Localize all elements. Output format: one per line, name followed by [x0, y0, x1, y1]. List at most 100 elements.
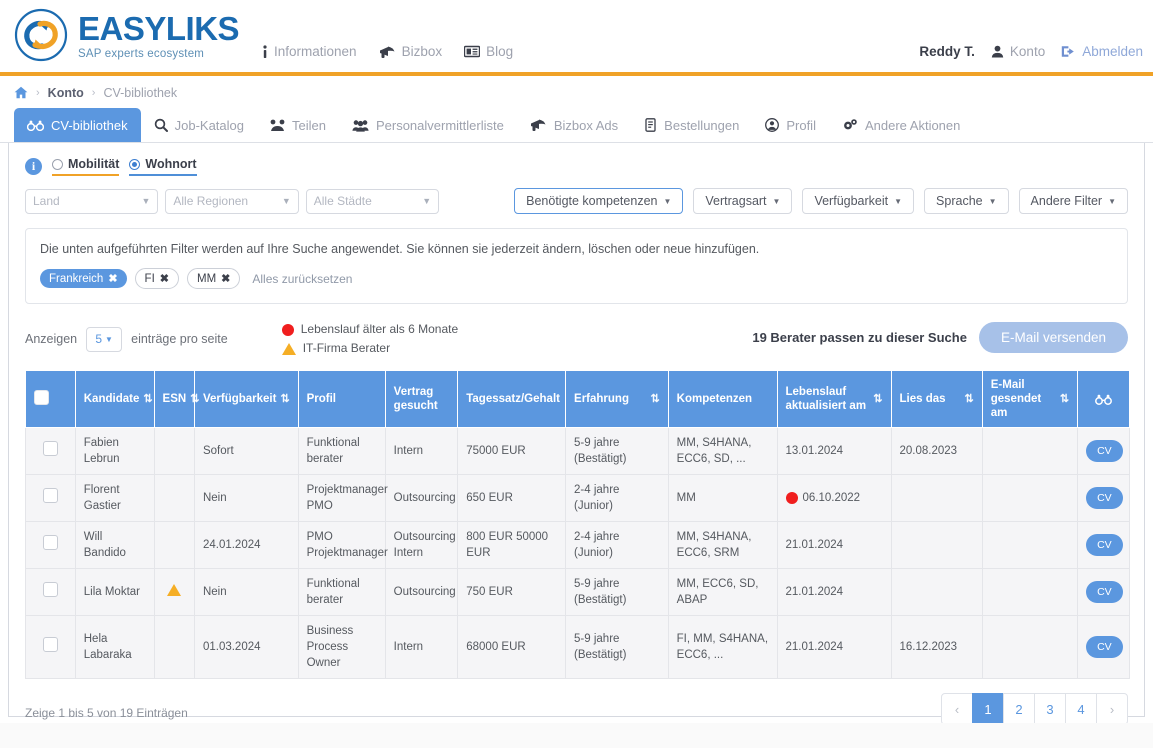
home-icon[interactable]	[14, 86, 28, 99]
col-kandidate[interactable]: Kandidate⇅	[75, 371, 154, 428]
filter-chip-mm[interactable]: MM ✖	[187, 268, 240, 289]
chevron-down-icon: ▼	[422, 196, 431, 206]
pagination-page-4[interactable]: 4	[1065, 693, 1097, 725]
cell-cv[interactable]: CV	[1078, 428, 1130, 475]
sort-icon[interactable]: ⇅	[143, 392, 152, 406]
account-link[interactable]: Konto	[991, 44, 1045, 59]
city-select[interactable]: Alle Städte ▼	[306, 189, 439, 214]
account-label: Konto	[1010, 44, 1045, 59]
col-label: Kandidate	[84, 392, 140, 406]
cell-lebenslauf-date: 21.01.2024	[786, 584, 844, 600]
logout-link[interactable]: Abmelden	[1061, 44, 1143, 59]
sort-icon[interactable]: ⇅	[873, 392, 882, 406]
row-checkbox[interactable]	[43, 488, 58, 503]
sort-icon[interactable]: ⇅	[650, 392, 659, 406]
cell-lebenslauf-date: 06.10.2022	[803, 490, 861, 506]
row-select-cell[interactable]	[26, 475, 76, 522]
filter-button-sprache[interactable]: Sprache ▼	[924, 188, 1008, 214]
breadcrumb-item-konto[interactable]: Konto	[48, 86, 84, 100]
tab-bizbox-ads[interactable]: Bizbox Ads	[517, 108, 631, 142]
cv-button[interactable]: CV	[1086, 636, 1123, 658]
tab-job-katalog[interactable]: Job-Katalog	[141, 108, 257, 142]
col-select-all[interactable]	[26, 371, 76, 428]
filter-chip-fi[interactable]: FI ✖	[135, 268, 179, 289]
close-icon[interactable]: ✖	[108, 272, 117, 285]
tab-profil[interactable]: Profil	[752, 108, 829, 142]
filter-button-verfuegbarkeit[interactable]: Verfügbarkeit ▼	[802, 188, 914, 214]
info-icon	[262, 45, 268, 59]
row-select-cell[interactable]	[26, 428, 76, 475]
page-size-select[interactable]: 5 ▼	[86, 327, 122, 352]
cv-button[interactable]: CV	[1086, 581, 1123, 603]
top-header: EASYLIKS SAP experts ecosystem Informati…	[0, 0, 1153, 76]
sort-icon[interactable]: ⇅	[1060, 392, 1069, 406]
cell-profil: Funktional berater	[298, 569, 385, 616]
col-esn[interactable]: ESN⇅	[154, 371, 194, 428]
tab-teilen[interactable]: Teilen	[257, 108, 339, 142]
sort-icon[interactable]: ⇅	[965, 392, 974, 406]
brand-logo[interactable]: EASYLIKS SAP experts ecosystem	[12, 6, 239, 64]
send-email-button[interactable]: E-Mail versenden	[979, 322, 1128, 353]
cell-vertrag: Intern	[385, 428, 458, 475]
filter-button-label: Andere Filter	[1031, 194, 1103, 208]
filter-button-label: Benötigte kompetenzen	[526, 194, 657, 208]
table-row[interactable]: Lila Moktar Nein Funktional berater Outs…	[26, 569, 1130, 616]
filter-chip-frankreich[interactable]: Frankreich ✖	[40, 269, 127, 288]
pagination-page-3[interactable]: 3	[1034, 693, 1066, 725]
region-select[interactable]: Alle Regionen ▼	[165, 189, 298, 214]
col-lies-das[interactable]: Lies das⇅	[891, 371, 982, 428]
row-checkbox[interactable]	[43, 441, 58, 456]
nav-item-bizbox[interactable]: Bizbox	[379, 44, 443, 59]
table-row[interactable]: Florent Gastier Nein Projektmanager PMO …	[26, 475, 1130, 522]
close-icon[interactable]: ✖	[221, 272, 230, 285]
cell-cv[interactable]: CV	[1078, 475, 1130, 522]
cell-cv[interactable]: CV	[1078, 522, 1130, 569]
cell-cv[interactable]: CV	[1078, 569, 1130, 616]
user-menu: Reddy T. Konto Abmelden	[919, 44, 1143, 59]
cv-button[interactable]: CV	[1086, 534, 1123, 556]
row-select-cell[interactable]	[26, 616, 76, 679]
row-checkbox[interactable]	[43, 535, 58, 550]
nav-item-blog[interactable]: Blog	[464, 44, 513, 59]
tab-andere-aktionen[interactable]: Andere Aktionen	[829, 108, 973, 142]
col-verfuegbarkeit[interactable]: Verfügbarkeit⇅	[194, 371, 298, 428]
table-row[interactable]: Will Bandido 24.01.2024 PMO Projektmanag…	[26, 522, 1130, 569]
sort-icon[interactable]: ⇅	[280, 392, 289, 406]
pagination-prev[interactable]: ‹	[941, 693, 973, 725]
tab-bestellungen[interactable]: Bestellungen	[631, 108, 752, 142]
radio-mobilitaet[interactable]: Mobilität	[52, 157, 119, 176]
pagination-page-1[interactable]: 1	[972, 693, 1004, 725]
cv-button[interactable]: CV	[1086, 487, 1123, 509]
pagination-next[interactable]: ›	[1096, 693, 1128, 725]
radio-mobilitaet-input[interactable]	[52, 159, 63, 170]
table-row[interactable]: Fabien Lebrun Sofort Funktional berater …	[26, 428, 1130, 475]
table-row[interactable]: Hela Labaraka 01.03.2024 Business Proces…	[26, 616, 1130, 679]
radio-wohnort[interactable]: Wohnort	[129, 157, 196, 176]
sort-icon[interactable]: ⇅	[190, 392, 199, 406]
select-all-checkbox[interactable]	[34, 390, 49, 405]
cv-button[interactable]: CV	[1086, 440, 1123, 462]
row-select-cell[interactable]	[26, 522, 76, 569]
filter-button-andere[interactable]: Andere Filter ▼	[1019, 188, 1128, 214]
pagination-page-2[interactable]: 2	[1003, 693, 1035, 725]
row-select-cell[interactable]	[26, 569, 76, 616]
tab-label: Bestellungen	[664, 118, 739, 133]
col-lebenslauf[interactable]: Lebenslauf aktualisiert am⇅	[777, 371, 891, 428]
cell-lebenslauf: 13.01.2024	[777, 428, 891, 475]
row-checkbox[interactable]	[43, 637, 58, 652]
tab-cv-bibliothek[interactable]: CV-bibliothek	[14, 108, 141, 142]
reset-filters-link[interactable]: Alles zurücksetzen	[252, 272, 352, 286]
filter-button-kompetenzen[interactable]: Benötigte kompetenzen ▼	[514, 188, 683, 214]
tab-personalvermittlerliste[interactable]: Personalvermittlerliste	[339, 108, 517, 142]
radio-wohnort-input[interactable]	[129, 159, 140, 170]
row-checkbox[interactable]	[43, 582, 58, 597]
col-erfahrung[interactable]: Erfahrung⇅	[566, 371, 669, 428]
col-email-gesendet[interactable]: E-Mail gesendet am⇅	[982, 371, 1077, 428]
filter-button-vertragsart[interactable]: Vertragsart ▼	[693, 188, 792, 214]
cell-cv[interactable]: CV	[1078, 616, 1130, 679]
nav-item-informationen[interactable]: Informationen	[262, 44, 357, 59]
country-select[interactable]: Land ▼	[25, 189, 158, 214]
info-circle-icon[interactable]: i	[25, 158, 42, 175]
cell-email-gesendet	[982, 522, 1077, 569]
close-icon[interactable]: ✖	[160, 272, 169, 285]
